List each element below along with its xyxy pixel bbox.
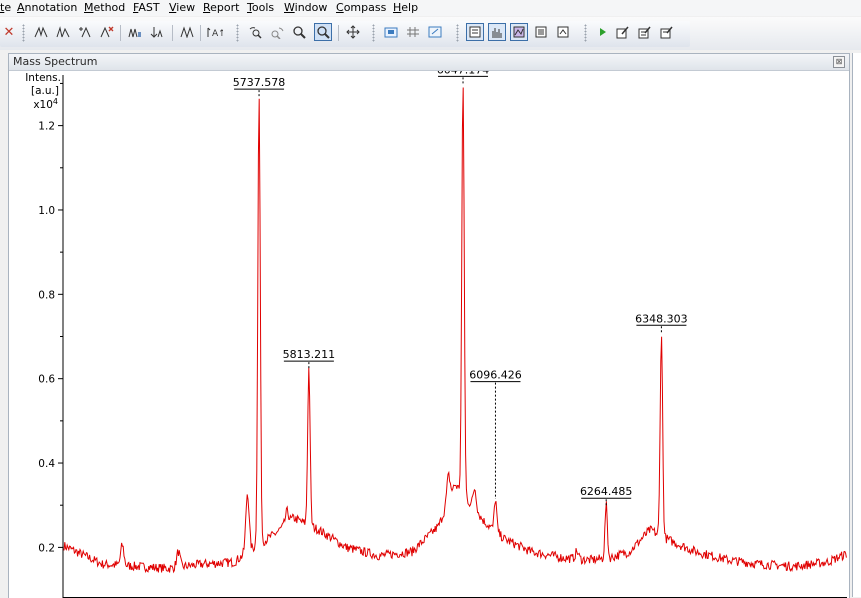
y-axis-ticks: 0.2 0.4 0.6 0.8 1.0 1.2 <box>38 82 63 554</box>
edit-1-icon[interactable] <box>614 23 632 41</box>
text-annotation-icon[interactable]: A↑ <box>206 23 224 41</box>
menu-bar: te Annotation Method FAST View Report To… <box>0 0 861 16</box>
peak-label: 6096.426 <box>469 369 522 382</box>
peak-label-icon[interactable] <box>32 23 50 41</box>
peak-arrow-icon[interactable] <box>148 23 166 41</box>
menu-item-help[interactable]: Help <box>393 1 418 14</box>
close-icon[interactable]: ✕ <box>0 23 18 41</box>
plot-axes <box>62 75 847 598</box>
toolbar-separator <box>200 25 201 41</box>
spectrum-plot[interactable]: Intens. [a.u.] x104 0.2 0.4 0.6 0.8 1.0 1.2 5… <box>9 71 849 598</box>
spectrum-trace <box>63 87 847 574</box>
toolbar-separator <box>172 25 173 41</box>
y-tick-label: 0.6 <box>38 374 55 386</box>
overlay-icon[interactable] <box>426 23 444 41</box>
layout-5-icon[interactable] <box>554 23 572 41</box>
peak-label: 6348.303 <box>635 312 688 325</box>
peak-add-icon[interactable] <box>76 23 94 41</box>
move-icon[interactable] <box>344 23 362 41</box>
peak-label: 6264.485 <box>580 485 633 498</box>
layout-1-icon[interactable] <box>466 23 484 41</box>
edit-3-icon[interactable] <box>658 23 676 41</box>
menu-item-method[interactable]: Method <box>84 1 125 14</box>
menu-item-view[interactable]: View <box>169 1 195 14</box>
edit-2-icon[interactable] <box>636 23 654 41</box>
toolbar-grip[interactable] <box>456 24 459 42</box>
peak-label: 5737.578 <box>233 76 286 89</box>
y-tick-label: 1.0 <box>38 205 55 217</box>
menu-item-report[interactable]: Report <box>203 1 239 14</box>
menu-item-file[interactable]: te <box>0 1 11 14</box>
menu-item-compass[interactable]: Compass <box>336 1 386 14</box>
menu-item-window[interactable]: Window <box>284 1 327 14</box>
toolbar-grip[interactable] <box>584 24 587 42</box>
adjacent-panel-edge <box>852 53 861 597</box>
menu-item-tools[interactable]: Tools <box>247 1 274 14</box>
toolbar-grip[interactable] <box>372 24 375 42</box>
y-tick-label: 1.2 <box>38 121 55 133</box>
frame-icon[interactable] <box>382 23 400 41</box>
zoom-box-icon[interactable] <box>314 23 332 41</box>
mass-spectrum-panel: Mass Spectrum ⊠ Intens. [a.u.] x104 0.2 0… <box>8 53 850 598</box>
run-icon[interactable] <box>594 23 612 41</box>
svg-text:A↑: A↑ <box>212 29 223 38</box>
menu-item-annotation[interactable]: Annotation <box>17 1 77 14</box>
zoom-icon[interactable] <box>290 23 308 41</box>
peak-delete-icon[interactable] <box>98 23 116 41</box>
layout-4-icon[interactable] <box>532 23 550 41</box>
peak-width-icon[interactable] <box>54 23 72 41</box>
peak-label: 5813.211 <box>283 348 336 361</box>
y-axis-label-unit: [a.u.] <box>31 85 59 97</box>
y-axis-label-intens: Intens. <box>25 72 61 84</box>
menu-item-fast[interactable]: FAST <box>133 1 160 14</box>
zoom-undo-icon[interactable] <box>246 23 264 41</box>
layout-2-icon[interactable] <box>488 23 506 41</box>
panel-header: Mass Spectrum ⊠ <box>9 54 849 71</box>
y-tick-label: 0.8 <box>38 289 55 301</box>
toolbar-grip[interactable] <box>236 24 239 42</box>
toolbar-grip[interactable] <box>22 24 25 42</box>
zoom-redo-icon[interactable] <box>268 23 286 41</box>
y-tick-label: 0.2 <box>38 542 55 554</box>
panel-title: Mass Spectrum <box>13 55 98 68</box>
y-tick-label: 0.4 <box>38 458 55 470</box>
toolbar-separator <box>120 25 121 41</box>
layout-3-icon[interactable] <box>510 23 528 41</box>
toolbar-separator <box>338 25 339 41</box>
y-axis-multiplier: x104 <box>33 97 58 111</box>
peak-pick-icon[interactable] <box>178 23 196 41</box>
panel-close-icon[interactable]: ⊠ <box>833 56 845 68</box>
toolbar: ✕ A↑ <box>0 17 861 50</box>
peak-table-icon[interactable] <box>126 23 144 41</box>
peak-label: 6047.174 <box>437 71 490 76</box>
grid-icon[interactable] <box>404 23 422 41</box>
